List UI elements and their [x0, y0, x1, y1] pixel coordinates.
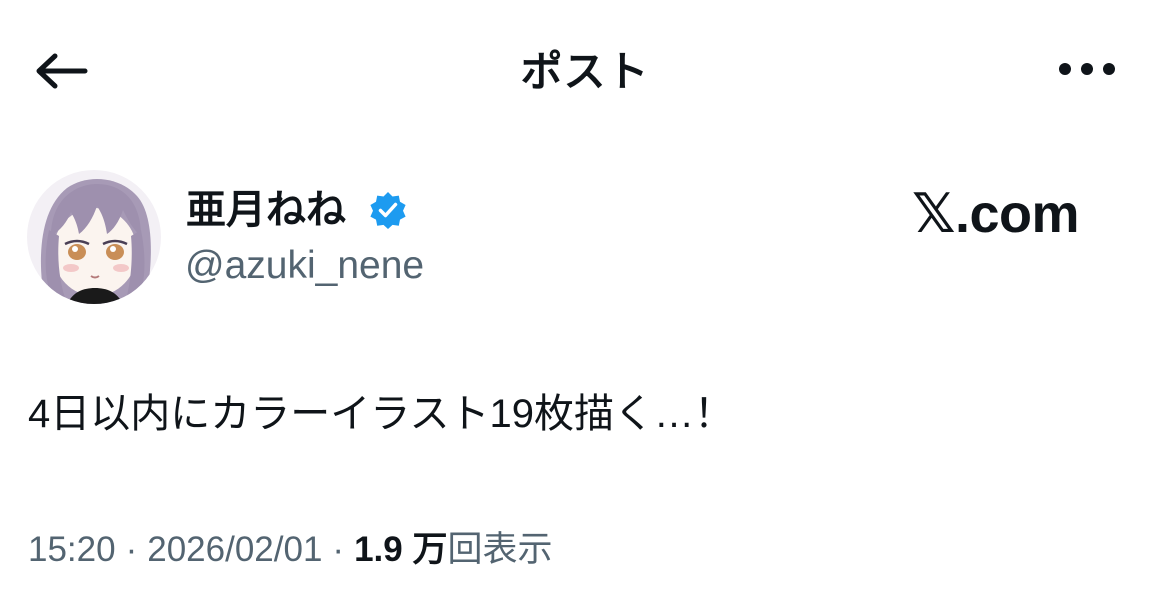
avatar[interactable]: [27, 170, 161, 304]
views-label[interactable]: 回表示: [447, 530, 552, 569]
meta-separator: ·: [332, 530, 345, 569]
author-handle[interactable]: @azuki_nene: [185, 242, 424, 290]
post-time[interactable]: 15:20: [28, 530, 116, 569]
x-com-watermark: 𝕏.com: [912, 184, 1080, 244]
more-horizontal-icon: [1059, 63, 1115, 75]
avatar-illustration: [27, 170, 161, 304]
top-bar: ポスト: [0, 0, 1170, 140]
more-button[interactable]: [1052, 46, 1122, 92]
author-display-name[interactable]: 亜月ねね: [186, 186, 346, 234]
post-date[interactable]: 2026/02/01: [147, 530, 322, 569]
post-text: 4日以内にカラーイラスト19枚描く…！: [28, 392, 734, 436]
post-meta: 15:20 · 2026/02/01 · 1.9 万回表示: [28, 526, 552, 574]
page-title: ポスト: [520, 48, 650, 95]
verified-badge-icon: [368, 190, 408, 230]
meta-separator: ·: [125, 530, 138, 569]
views-count[interactable]: 1.9 万: [354, 530, 447, 569]
